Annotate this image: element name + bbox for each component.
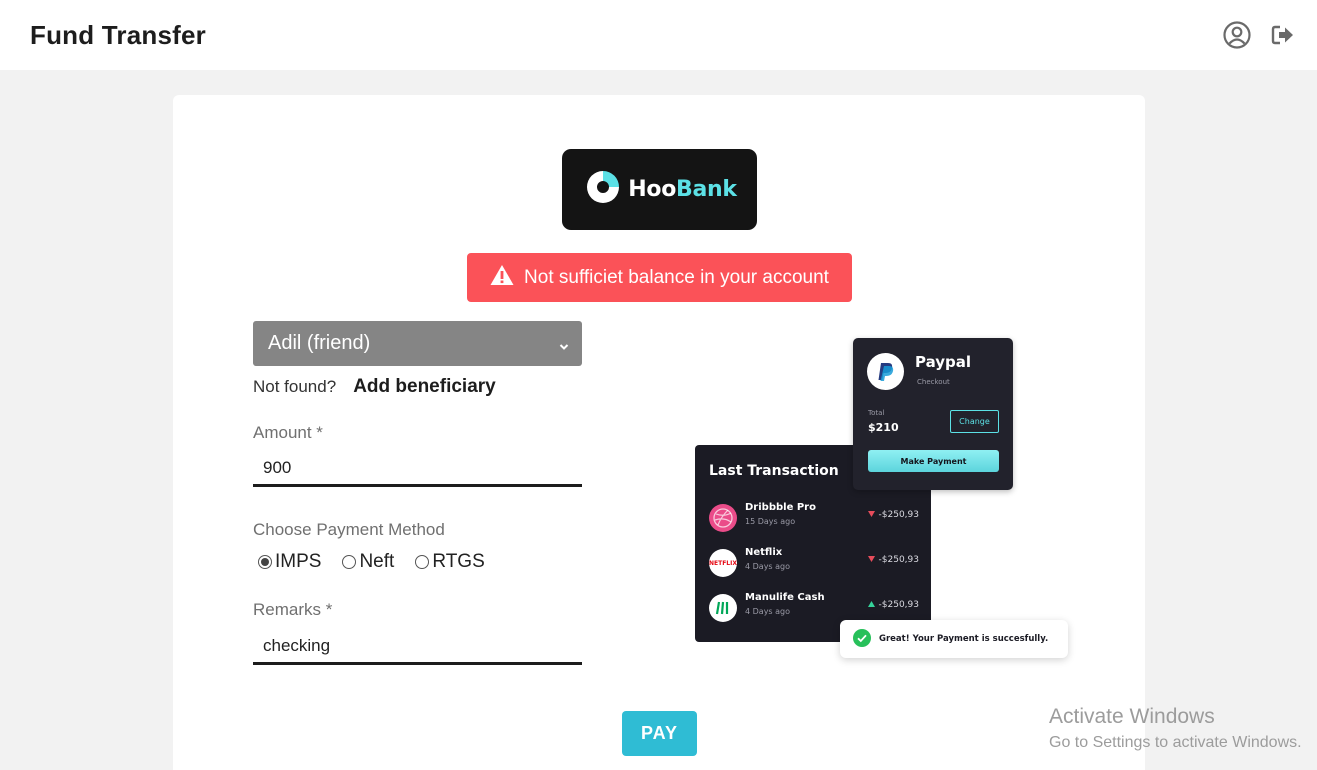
radio-imps[interactable]: IMPS [258,551,321,573]
transaction-date: 4 Days ago [745,607,791,616]
logo-text-hoo: Hoo [628,177,677,202]
paypal-total-label: Total [868,409,885,417]
radio-rtgs-circle[interactable] [415,555,430,569]
transaction-amount-value: -$250,93 [878,600,919,610]
sign-out-icon[interactable] [1268,20,1298,50]
success-toast: Great! Your Payment is succesfully. [840,620,1068,658]
not-found-row: Not found? Add beneficiary [253,376,496,398]
paypal-card: Paypal Checkout Total $210 Change Make P… [853,338,1013,490]
chevron-down-icon [558,336,570,359]
radio-imps-label: IMPS [275,551,322,572]
top-bar: Fund Transfer [0,0,1317,70]
transaction-amount: -$250,93 [867,600,919,610]
transaction-row: Dribbble Pro 15 Days ago -$250,93 [709,502,919,534]
paypal-make-payment-button: Make Payment [868,450,999,472]
heart-down-icon [867,555,875,565]
toast-message: Great! Your Payment is succesfully. [879,634,1049,644]
paypal-sub: Checkout [917,378,950,386]
radio-rtgs-label: RTGS [432,551,485,572]
transaction-amount-value: -$250,93 [878,555,919,565]
transaction-row: NETFLIX Netflix 4 Days ago -$250,93 [709,547,919,579]
radio-imps-circle[interactable] [258,555,272,569]
paypal-total-value: $210 [868,421,899,434]
amount-input[interactable] [253,451,582,487]
alert-message: Not sufficiet balance in your account [524,266,829,288]
dribbble-icon [709,504,737,532]
manulife-icon [709,594,737,622]
logo-text-bank: Bank [676,177,737,202]
payment-method-group: IMPS Neft RTGS [258,551,485,573]
netflix-icon: NETFLIX [709,549,737,577]
transaction-amount: -$250,93 [867,555,919,565]
logo-text: HooBank [628,177,737,202]
windows-activation-watermark: Activate Windows Go to Settings to activ… [1049,705,1302,752]
last-transaction-title: Last Transaction [709,463,839,479]
radio-neft-label: Neft [359,551,395,572]
watermark-title: Activate Windows [1049,705,1215,728]
page-title: Fund Transfer [30,20,206,50]
check-circle-icon [853,628,871,650]
remarks-label: Remarks * [253,600,333,619]
warning-triangle-icon [490,264,514,292]
arrow-up-icon [867,600,875,610]
pay-button[interactable]: PAY [622,711,697,756]
hoobank-logo: HooBank [562,149,757,230]
radio-rtgs[interactable]: RTGS [415,551,485,573]
beneficiary-select[interactable]: Adil (friend) [253,321,582,366]
transaction-name: Netflix [745,547,783,558]
transaction-name: Manulife Cash [745,592,825,603]
radio-neft[interactable]: Neft [342,551,394,573]
heart-down-icon [867,510,875,520]
add-beneficiary-link[interactable]: Add beneficiary [353,376,496,398]
paypal-icon [867,353,904,390]
transaction-date: 15 Days ago [745,517,796,526]
paypal-change-button: Change [950,410,999,433]
watermark-subtitle: Go to Settings to activate Windows. [1049,734,1302,751]
beneficiary-select-value: Adil (friend) [268,332,371,354]
user-circle-icon[interactable] [1222,20,1252,50]
payment-method-label: Choose Payment Method [253,520,445,539]
paypal-name: Paypal [915,353,972,371]
remarks-input[interactable] [253,629,582,665]
hoobank-logo-icon [582,166,624,213]
amount-label: Amount * [253,423,323,442]
transaction-date: 4 Days ago [745,562,791,571]
not-found-text: Not found? [253,377,337,396]
radio-neft-circle[interactable] [342,555,357,569]
transaction-amount: -$250,93 [867,510,919,520]
transaction-name: Dribbble Pro [745,502,816,513]
transaction-amount-value: -$250,93 [878,510,919,520]
error-alert: Not sufficiet balance in your account [467,253,852,302]
